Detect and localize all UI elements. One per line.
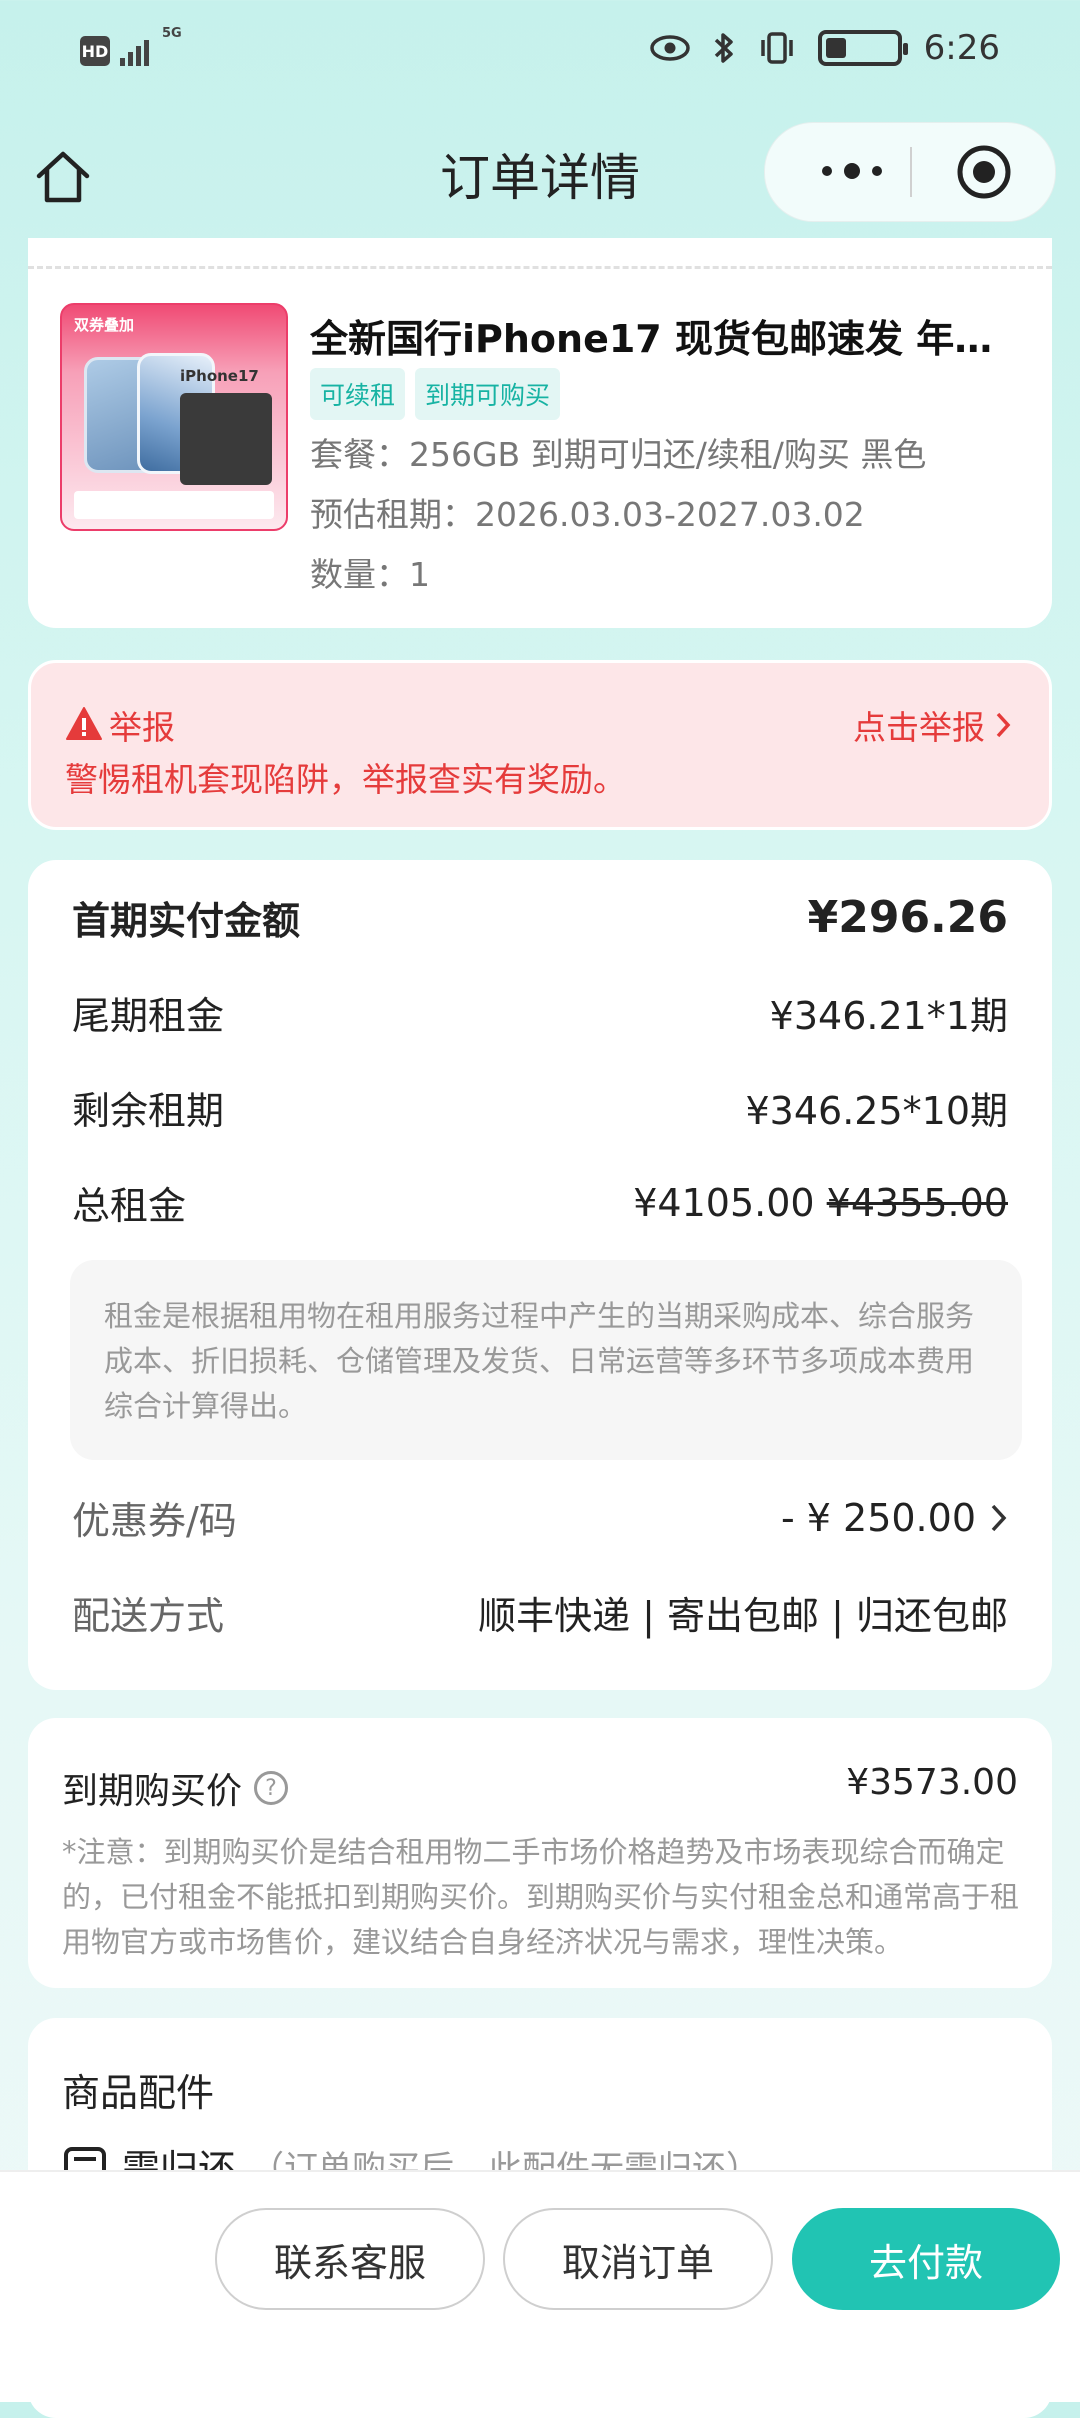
warning-icon bbox=[66, 707, 102, 740]
product-title: 全新国行iPhone17 现货包邮速发 年年换新 bbox=[310, 317, 1030, 361]
dashed-divider bbox=[28, 266, 1052, 269]
thumb-model-label: iPhone17 bbox=[180, 367, 259, 385]
delivery-value: 顺丰快递 | 寄出包邮 | 归还包邮 bbox=[478, 1594, 1008, 1638]
last-rent-label: 尾期租金 bbox=[72, 994, 225, 1038]
remaining-rent-value: ¥346.25*10期 bbox=[745, 1089, 1009, 1133]
pay-button[interactable]: 去付款 bbox=[792, 2208, 1060, 2310]
total-rent-label: 总租金 bbox=[72, 1184, 187, 1228]
buyout-title-wrap: 到期购买价 ? bbox=[62, 1762, 289, 1814]
report-link[interactable]: 点击举报 bbox=[853, 701, 1011, 749]
signal-icon: 5G bbox=[120, 26, 182, 66]
tag-renewable: 可续租 bbox=[310, 368, 406, 420]
status-left: HD 5G bbox=[80, 26, 182, 66]
total-rent-row: 总租金 ¥4105.00 ¥4355.00 bbox=[72, 1175, 1008, 1230]
more-dot-icon bbox=[822, 166, 832, 176]
vibrate-icon bbox=[760, 32, 793, 64]
chevron-right-icon bbox=[991, 1504, 1007, 1531]
first-payment-row: 首期实付金额 ¥296.26 bbox=[72, 890, 1008, 945]
customer-service-button[interactable]: 联系客服 bbox=[215, 2208, 485, 2310]
bluetooth-icon bbox=[714, 33, 733, 63]
coupon-label: 优惠券/码 bbox=[72, 1499, 237, 1543]
remaining-rent-label: 剩余租期 bbox=[72, 1089, 225, 1133]
nav-bar: 订单详情 bbox=[0, 118, 1080, 228]
product-tags: 可续租 到期可购买 bbox=[310, 368, 561, 420]
rent-explanation-note: 租金是根据租用物在租用服务过程中产生的当期采购成本、综合服务成本、折旧损耗、仓储… bbox=[70, 1260, 1022, 1460]
more-dot-icon bbox=[872, 166, 882, 176]
payment-card: 首期实付金额 ¥296.26 尾期租金 ¥346.21*1期 剩余租期 ¥346… bbox=[28, 860, 1052, 1690]
first-payment-label: 首期实付金额 bbox=[72, 899, 301, 943]
product-card[interactable]: 双券叠加 iPhone17 全新国行iPhone17 现货包邮速发 年年换新 可… bbox=[28, 238, 1052, 628]
total-rent-original: ¥4355.00 bbox=[826, 1180, 1008, 1225]
thumb-feature-panel bbox=[180, 393, 272, 485]
battery-icon bbox=[817, 30, 908, 66]
rental-period: 预估租期：2026.03.03-2027.03.02 bbox=[310, 495, 865, 534]
help-icon[interactable]: ? bbox=[254, 1771, 289, 1805]
buyout-card: 到期购买价 ? ¥3573.00 *注意：到期购买价是结合租用物二手市场价格趋势… bbox=[28, 1718, 1052, 1988]
accessories-title: 商品配件 bbox=[62, 2071, 215, 2115]
product-image[interactable]: 双券叠加 iPhone17 bbox=[60, 303, 288, 531]
status-right: 6:26 bbox=[649, 28, 1000, 68]
coupon-row[interactable]: 优惠券/码 - ¥ 250.00 bbox=[72, 1490, 1008, 1545]
more-dot-icon bbox=[844, 163, 860, 179]
total-rent-value: ¥4105.00 bbox=[633, 1180, 815, 1225]
bottom-action-bar: 联系客服 取消订单 去付款 bbox=[0, 2170, 1080, 2402]
chevron-right-icon bbox=[996, 712, 1011, 738]
report-title: 举报 bbox=[109, 708, 175, 747]
eye-icon bbox=[649, 35, 690, 61]
battery-level bbox=[825, 38, 846, 58]
last-rent-row: 尾期租金 ¥346.21*1期 bbox=[72, 985, 1008, 1040]
status-bar: HD 5G 6:26 bbox=[0, 0, 1080, 110]
thumb-accessory-strip bbox=[74, 491, 274, 519]
capsule-divider bbox=[910, 147, 912, 197]
buyout-price: ¥3573.00 bbox=[846, 1762, 1018, 1803]
first-payment-value: ¥296.26 bbox=[807, 892, 1008, 943]
report-warning-text: 警惕租机套现陷阱，举报查实有奖励。 bbox=[65, 760, 626, 799]
coupon-value-wrap[interactable]: - ¥ 250.00 bbox=[781, 1496, 1008, 1540]
coupon-value: - ¥ 250.00 bbox=[780, 1495, 976, 1540]
tag-buyable: 到期可购买 bbox=[415, 368, 561, 420]
last-rent-value: ¥346.21*1期 bbox=[769, 994, 1008, 1038]
cancel-order-button[interactable]: 取消订单 bbox=[503, 2208, 773, 2310]
delivery-label: 配送方式 bbox=[72, 1594, 225, 1638]
more-menu-button[interactable] bbox=[797, 151, 907, 191]
miniprogram-capsule bbox=[764, 122, 1056, 222]
report-link-label: 点击举报 bbox=[853, 708, 985, 747]
buyout-title: 到期购买价 bbox=[62, 1771, 243, 1812]
clock: 6:26 bbox=[923, 28, 1000, 68]
hd-badge: HD bbox=[80, 36, 110, 66]
close-miniprogram-button[interactable] bbox=[955, 143, 1013, 201]
network-type: 5G bbox=[162, 26, 182, 41]
delivery-row: 配送方式 顺丰快递 | 寄出包邮 | 归还包邮 bbox=[72, 1585, 1008, 1640]
total-rent-values: ¥4105.00 ¥4355.00 bbox=[633, 1181, 1008, 1225]
remaining-rent-row: 剩余租期 ¥346.25*10期 bbox=[72, 1080, 1008, 1135]
report-card: 举报 点击举报 警惕租机套现陷阱，举报查实有奖励。 bbox=[28, 660, 1052, 830]
thumb-promo-text: 双券叠加 bbox=[74, 316, 135, 334]
product-quantity: 数量：1 bbox=[310, 555, 430, 594]
product-package: 套餐：256GB 到期可归还/续租/购买 黑色 bbox=[310, 435, 927, 474]
buyout-note: *注意：到期购买价是结合租用物二手市场价格趋势及市场表现综合而确定的，已付租金不… bbox=[62, 1835, 1020, 1959]
